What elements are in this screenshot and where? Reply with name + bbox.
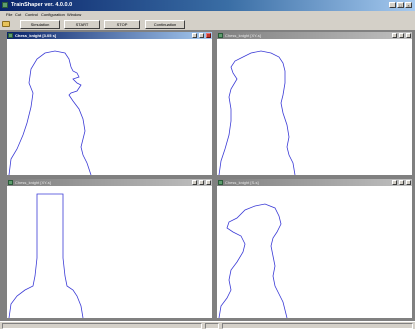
child-title-bar[interactable]: Chess_knight [3.05 s] xyxy=(7,32,212,39)
post-outline-path xyxy=(8,193,84,318)
child-title: Chess_knight [XY-s] xyxy=(225,33,261,38)
menu-file[interactable]: File xyxy=(6,12,12,17)
child-maximize-button[interactable] xyxy=(399,180,404,185)
mdi-workspace: Chess_knight [3.05 s] Chess_knight [XY-s… xyxy=(0,31,415,321)
child-window-1[interactable]: Chess_knight [3.05 s] xyxy=(6,31,213,176)
child-close-button[interactable] xyxy=(206,33,211,38)
knight-side-outline-canvas xyxy=(218,203,288,318)
open-folder-icon[interactable] xyxy=(2,21,10,27)
toolbar: Simulation START STOP Continuation xyxy=(0,19,415,31)
app-icon xyxy=(2,2,8,8)
child-title: Chess_knight [3.05 s] xyxy=(15,33,57,38)
child-maximize-button[interactable] xyxy=(199,33,204,38)
knight-outline-path xyxy=(8,50,92,175)
stop-button[interactable]: STOP xyxy=(104,20,140,29)
menu-bar: File Cut Control Configuration Window xyxy=(0,11,415,18)
child-window-4[interactable]: Chess_knight [S-s] xyxy=(216,178,413,319)
child-maximize-button[interactable] xyxy=(399,33,404,38)
child-title-bar[interactable]: Chess_knight [XY-s] xyxy=(7,179,212,186)
document-icon xyxy=(8,180,13,185)
knight-outline-canvas xyxy=(8,50,92,175)
maximize-button[interactable]: □ xyxy=(397,2,404,8)
status-panel-small xyxy=(205,323,219,329)
minimize-button[interactable]: _ xyxy=(389,2,396,8)
child-window-3[interactable]: Chess_knight [XY-s] xyxy=(6,178,213,319)
menu-control[interactable]: Control xyxy=(25,12,38,17)
app-title: TrainShaper ver. 4.0.0.0 xyxy=(11,2,73,8)
child-title-bar[interactable]: Chess_knight [XY-s] xyxy=(217,32,412,39)
main-title-bar[interactable]: TrainShaper ver. 4.0.0.0 _ □ × xyxy=(0,0,415,11)
start-button[interactable]: START xyxy=(64,20,100,29)
child-minimize-button[interactable] xyxy=(192,33,197,38)
child-title: Chess_knight [XY-s] xyxy=(15,180,51,185)
status-bar xyxy=(0,321,415,329)
document-icon xyxy=(218,180,223,185)
menu-configuration[interactable]: Configuration xyxy=(41,12,65,17)
child-minimize-button[interactable] xyxy=(392,180,397,185)
close-button[interactable]: × xyxy=(405,2,412,8)
menu-window[interactable]: Window xyxy=(67,12,81,17)
continuation-button[interactable]: Continuation xyxy=(145,20,185,29)
child-title: Chess_knight [S-s] xyxy=(225,180,259,185)
child-maximize-button[interactable] xyxy=(199,180,204,185)
child-close-button[interactable] xyxy=(206,180,211,185)
child-minimize-button[interactable] xyxy=(392,33,397,38)
post-outline-canvas xyxy=(8,193,84,318)
child-minimize-button[interactable] xyxy=(192,180,197,185)
menu-cut[interactable]: Cut xyxy=(15,12,21,17)
status-panel-main xyxy=(2,323,202,329)
child-window-2[interactable]: Chess_knight [XY-s] xyxy=(216,31,413,176)
knight-side-outline-path xyxy=(218,203,288,318)
knight-outline-canvas xyxy=(218,50,296,175)
simulation-button[interactable]: Simulation xyxy=(20,20,60,29)
child-close-button[interactable] xyxy=(406,180,411,185)
document-icon xyxy=(8,33,13,38)
document-icon xyxy=(218,33,223,38)
knight-outline-path xyxy=(218,50,296,175)
child-close-button[interactable] xyxy=(406,33,411,38)
status-panel-right xyxy=(222,323,413,329)
child-title-bar[interactable]: Chess_knight [S-s] xyxy=(217,179,412,186)
